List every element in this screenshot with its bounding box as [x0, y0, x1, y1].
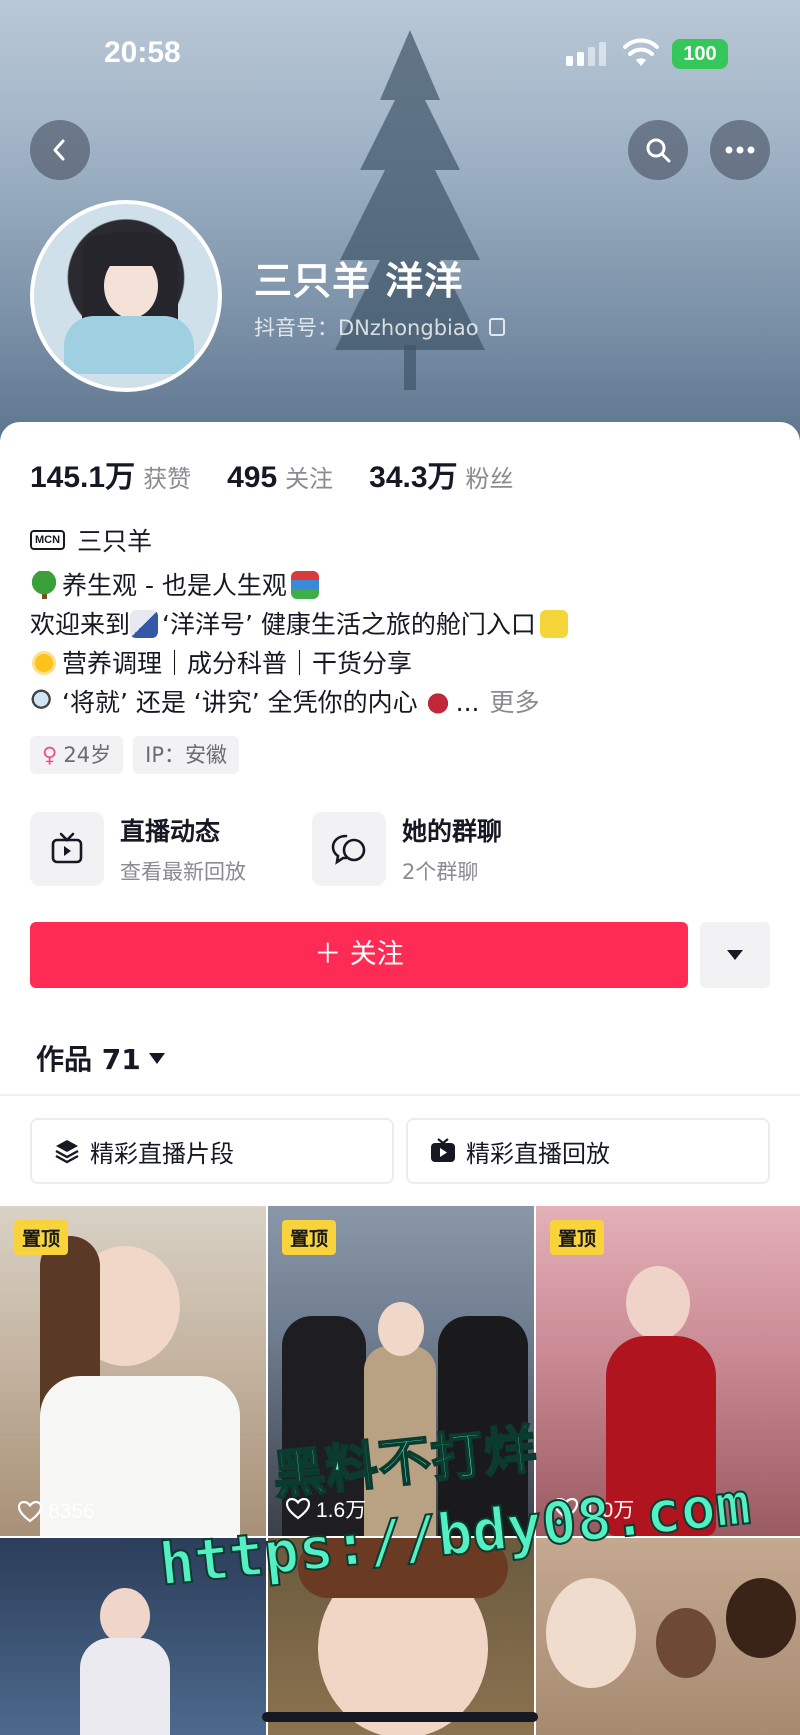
live-feed-title: 直播动态	[120, 817, 221, 846]
group-chat-title: 她的群聊	[402, 817, 503, 846]
live-clips-label: 精彩直播片段	[90, 1139, 234, 1168]
wifi-icon	[623, 38, 659, 66]
video-tile[interactable]	[536, 1538, 800, 1735]
books-emoji-icon	[290, 571, 319, 599]
profile-tags: ♀ 24岁 IP：安徽	[30, 736, 239, 774]
following-count[interactable]: 495	[227, 461, 277, 495]
ticket-emoji-icon	[539, 610, 568, 638]
recommend-dropdown-button[interactable]	[700, 922, 770, 988]
profile-name: 三只羊 洋洋	[254, 259, 464, 303]
female-icon: ♀	[42, 743, 58, 767]
works-label: 作品 71	[36, 1043, 141, 1076]
pinned-badge: 置顶	[282, 1220, 337, 1255]
mcn-row[interactable]: MCN 三只羊	[30, 522, 152, 558]
stats-row: 145.1万 获赞 495 关注 34.3万 粉丝	[30, 452, 550, 496]
followers-label: 粉丝	[465, 465, 514, 493]
bio-line-3: 营养调理｜成分科普｜干货分享	[30, 644, 770, 683]
heart-emoji-icon	[423, 688, 452, 716]
heart-outline-icon	[18, 1501, 42, 1523]
search-icon	[646, 138, 671, 163]
live-feed-sub: 查看最新回放	[120, 860, 246, 884]
chat-bubble-icon	[312, 812, 386, 886]
live-replay-button[interactable]: 精彩直播回放	[406, 1118, 770, 1184]
bio-more-link[interactable]: 更多	[489, 688, 539, 717]
more-dots-icon	[725, 146, 755, 154]
likes-label: 获赞	[143, 465, 192, 493]
works-tab[interactable]: 作品 71	[36, 1038, 165, 1078]
followers-count[interactable]: 34.3万	[369, 452, 457, 496]
bio: 养生观 - 也是人生观 欢迎来到 ‘洋洋号’ 健康生活之旅的舱门入口 营养调理｜成…	[30, 566, 770, 722]
home-indicator	[262, 1712, 538, 1722]
layers-icon	[55, 1140, 79, 1164]
age-tag: ♀ 24岁	[30, 736, 124, 774]
mcn-name: 三只羊	[77, 527, 153, 556]
bio-line-4: ‘将就’ 还是 ‘讲究’ 全凭你的内心... 更多	[30, 683, 770, 722]
video-likes: 8356	[18, 1500, 95, 1524]
live-feed-entry[interactable]: 直播动态 查看最新回放	[30, 812, 246, 886]
sun-emoji-icon	[30, 649, 58, 677]
mcn-badge: MCN	[30, 530, 66, 550]
pinned-badge: 置顶	[14, 1220, 69, 1255]
back-button[interactable]	[30, 120, 90, 180]
magnifier-emoji-icon	[30, 688, 58, 716]
ip-tag: IP：安徽	[133, 736, 239, 774]
group-chat-sub: 2个群聊	[402, 860, 479, 884]
bio-line-1: 养生观 - 也是人生观	[30, 566, 770, 605]
group-chat-entry[interactable]: 她的群聊 2个群聊	[312, 812, 502, 886]
search-button[interactable]	[628, 120, 688, 180]
status-time: 20:58	[104, 36, 181, 69]
caret-down-icon	[727, 950, 743, 960]
tv-icon	[30, 812, 104, 886]
caret-down-icon	[148, 1052, 165, 1064]
video-tile[interactable]: 置顶 8356	[0, 1206, 266, 1536]
bio-line-2: 欢迎来到 ‘洋洋号’ 健康生活之旅的舱门入口	[30, 605, 770, 644]
pinned-badge: 置顶	[550, 1220, 605, 1255]
status-bar: 20:58 100	[0, 0, 800, 100]
tree-emoji-icon	[30, 571, 58, 599]
douyin-id-text: 抖音号：DNzhongbiao	[254, 316, 479, 340]
copy-icon[interactable]	[488, 318, 505, 336]
battery-indicator: 100	[672, 39, 728, 69]
avatar[interactable]	[30, 200, 222, 392]
signal-icon	[566, 42, 606, 66]
chevron-left-icon	[53, 139, 65, 161]
divider	[0, 1094, 800, 1096]
tv-play-icon	[431, 1138, 455, 1162]
follow-button[interactable]: ＋ 关注	[30, 922, 688, 988]
more-options-button[interactable]	[710, 120, 770, 180]
sheep-emoji-icon	[130, 610, 159, 638]
douyin-id[interactable]: 抖音号：DNzhongbiao	[254, 312, 505, 342]
following-label: 关注	[285, 465, 334, 493]
live-clips-button[interactable]: 精彩直播片段	[30, 1118, 394, 1184]
likes-count[interactable]: 145.1万	[30, 452, 135, 496]
live-replay-label: 精彩直播回放	[466, 1139, 610, 1168]
